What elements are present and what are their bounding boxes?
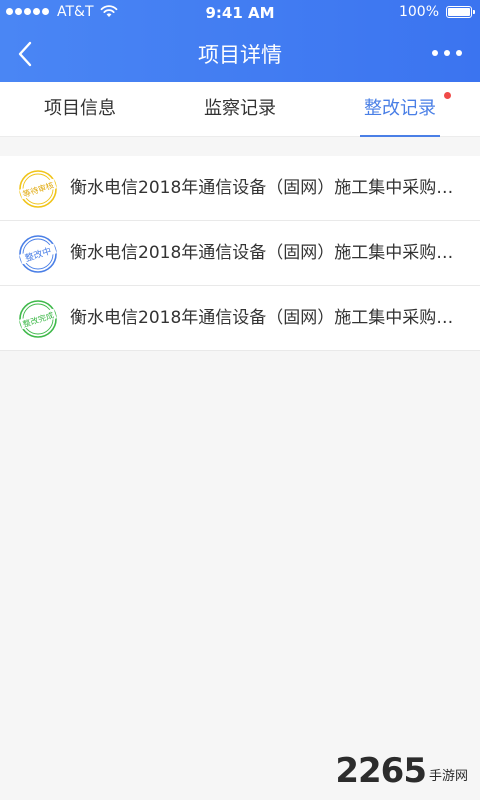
battery-percent: 100% bbox=[398, 4, 439, 20]
record-title: 衡水电信2018年通信设备（固网）施工集中采购项目 bbox=[70, 178, 466, 198]
stamp-text: 等待审核 bbox=[21, 180, 55, 199]
stamp-pending-review-icon: 等待审核 bbox=[19, 170, 57, 208]
watermark-number: 2265 bbox=[335, 751, 427, 791]
battery-icon bbox=[446, 6, 475, 18]
stamp-text: 整改中 bbox=[23, 245, 52, 265]
active-tab-indicator bbox=[360, 135, 440, 137]
stamp-completed-icon: 整改完成 bbox=[19, 300, 57, 338]
status-bar: AT&T 9:41 AM 100% bbox=[0, 0, 480, 26]
stamp-in-progress-icon: 整改中 bbox=[19, 235, 57, 273]
more-button[interactable] bbox=[432, 50, 462, 56]
tab-bar: 项目信息 监察记录 整改记录 bbox=[0, 82, 480, 137]
record-title: 衡水电信2018年通信设备（固网）施工集中采购项目 bbox=[70, 308, 466, 328]
watermark-text: 手游网 bbox=[428, 769, 468, 784]
tab-badge-dot bbox=[444, 92, 451, 99]
tab-project-info[interactable]: 项目信息 bbox=[0, 82, 160, 137]
record-list: 等待审核 衡水电信2018年通信设备（固网）施工集中采购项目 整改中 衡水电信2… bbox=[0, 156, 480, 351]
record-title: 衡水电信2018年通信设备（固网）施工集中采购项目 bbox=[70, 243, 466, 263]
nav-bar: 项目详情 bbox=[0, 26, 480, 82]
tab-inspection-records[interactable]: 监察记录 bbox=[160, 82, 320, 137]
header: AT&T 9:41 AM 100% 项目详情 bbox=[0, 0, 480, 82]
more-horizontal-icon bbox=[432, 50, 438, 56]
site-watermark: 2265 手游网 bbox=[335, 754, 468, 788]
list-item[interactable]: 整改中 衡水电信2018年通信设备（固网）施工集中采购项目 bbox=[0, 221, 480, 286]
list-item[interactable]: 整改完成 衡水电信2018年通信设备（固网）施工集中采购项目 bbox=[0, 286, 480, 351]
stamp-text: 整改完成 bbox=[21, 310, 55, 329]
tab-rectification-records[interactable]: 整改记录 bbox=[320, 82, 480, 137]
page-title: 项目详情 bbox=[198, 43, 282, 67]
list-item[interactable]: 等待审核 衡水电信2018年通信设备（固网）施工集中采购项目 bbox=[0, 156, 480, 221]
